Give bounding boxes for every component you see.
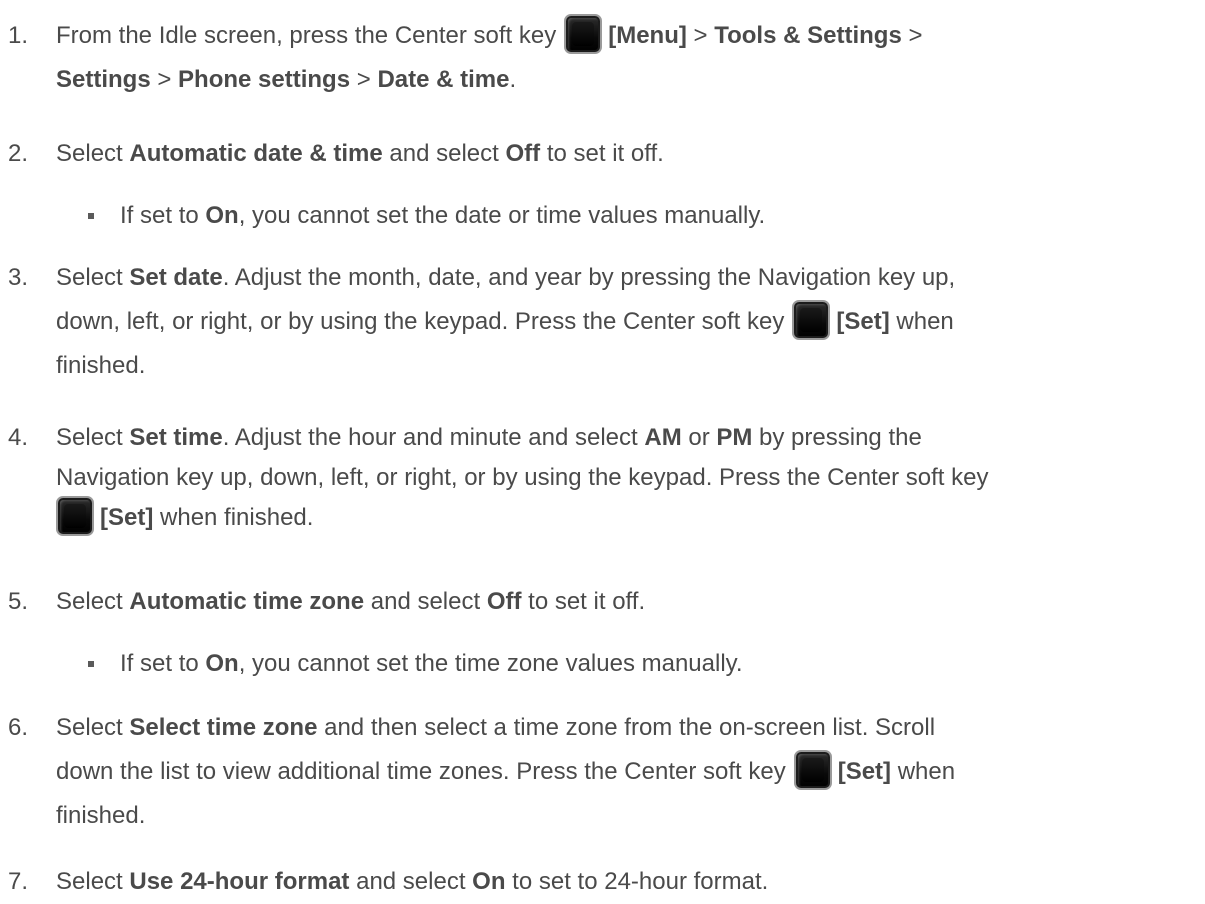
menu-path-item: Settings: [56, 66, 151, 93]
step-number: 4.: [8, 424, 29, 451]
center-soft-key-icon: [56, 495, 94, 536]
separator: >: [686, 22, 715, 49]
key-label: [Set]: [837, 758, 892, 785]
note-text: , you cannot set the date or time values…: [238, 202, 766, 229]
step-2: 2. Select Automatic date & time and sele…: [8, 132, 1188, 176]
step-text: Select: [56, 868, 130, 895]
step-text: Select: [56, 264, 130, 291]
step-6: 6. Select Select time zone and then sele…: [8, 706, 1188, 838]
setting-name: Select time zone: [129, 714, 318, 741]
menu-path-item: Date & time: [377, 66, 510, 93]
step-7: 7. Select Use 24-hour format and select …: [8, 860, 1188, 904]
setting-value: On: [472, 868, 506, 895]
setting-name: Automatic time zone: [129, 588, 365, 615]
step-text: to set to 24-hour format.: [505, 868, 769, 895]
setting-value: AM: [644, 424, 682, 451]
setting-value: PM: [716, 424, 753, 451]
step-text: by pressing the: [752, 424, 922, 451]
note-text: If set to: [120, 650, 206, 677]
separator: >: [150, 66, 179, 93]
step-text: and select: [349, 868, 473, 895]
center-soft-key-icon: [792, 299, 831, 340]
setting-name: Use 24-hour format: [129, 868, 350, 895]
step-text: . Adjust the month, date, and year by pr…: [222, 264, 956, 291]
step-number: 3.: [8, 264, 29, 291]
step-3: 3. Select Set date. Adjust the month, da…: [8, 256, 1188, 388]
step-text: down, left, or right, or by using the ke…: [56, 308, 785, 335]
step-text: when: [891, 758, 956, 785]
step-text: Select: [56, 140, 130, 167]
step-text: . Adjust the hour and minute and select: [222, 424, 645, 451]
step-number: 5.: [8, 588, 29, 615]
step-2-note: If set to On, you cannot set the date or…: [88, 194, 1178, 238]
key-label: [Menu]: [608, 22, 687, 49]
setting-value: On: [205, 650, 239, 677]
center-soft-key-icon: [793, 749, 832, 790]
bullet-icon: [88, 661, 94, 667]
step-5-note: If set to On, you cannot set the time zo…: [88, 642, 1178, 686]
step-text: to set it off.: [521, 588, 646, 615]
step-5: 5. Select Automatic time zone and select…: [8, 580, 1188, 624]
step-number: 6.: [8, 714, 29, 741]
separator: >: [350, 66, 378, 93]
setting-name: Automatic date & time: [129, 140, 383, 167]
step-number: 2.: [8, 140, 29, 167]
step-text: and then select a time zone from the on-…: [317, 714, 936, 741]
step-1: 1. From the Idle screen, press the Cente…: [8, 13, 1188, 102]
step-text: and select: [382, 140, 506, 167]
step-text: .: [509, 66, 517, 93]
setting-name: Set time: [129, 424, 223, 451]
step-text: Select: [56, 588, 130, 615]
key-label: [Set]: [836, 308, 890, 335]
step-text: and select: [364, 588, 487, 615]
key-label: [Set]: [100, 504, 154, 531]
step-text: finished.: [56, 802, 146, 829]
step-text: when: [889, 308, 954, 335]
step-text: Select: [56, 424, 130, 451]
step-text: to set it off.: [540, 140, 664, 167]
bullet-icon: [88, 213, 94, 219]
step-number: 7.: [8, 868, 29, 895]
setting-value: Off: [486, 588, 522, 615]
instructions-page: 1. From the Idle screen, press the Cente…: [0, 0, 1205, 902]
setting-value: Off: [505, 140, 541, 167]
step-text: when finished.: [153, 504, 314, 531]
center-soft-key-icon: [564, 13, 603, 54]
step-text: down the list to view additional time zo…: [56, 758, 786, 785]
step-text: Navigation key up, down, left, or right,…: [56, 464, 989, 491]
step-text: From the Idle screen, press the Center s…: [56, 22, 557, 49]
note-text: , you cannot set the time zone values ma…: [238, 650, 743, 677]
separator: >: [901, 22, 923, 49]
step-number: 1.: [8, 22, 29, 49]
step-text: finished.: [56, 352, 146, 379]
step-text: Select: [56, 714, 130, 741]
note-text: If set to: [120, 202, 206, 229]
menu-path-item: Tools & Settings: [714, 22, 902, 49]
setting-name: Set date: [129, 264, 223, 291]
setting-value: On: [205, 202, 239, 229]
step-4: 4. Select Set time. Adjust the hour and …: [8, 418, 1188, 539]
step-text: or: [681, 424, 717, 451]
menu-path-item: Phone settings: [178, 66, 351, 93]
